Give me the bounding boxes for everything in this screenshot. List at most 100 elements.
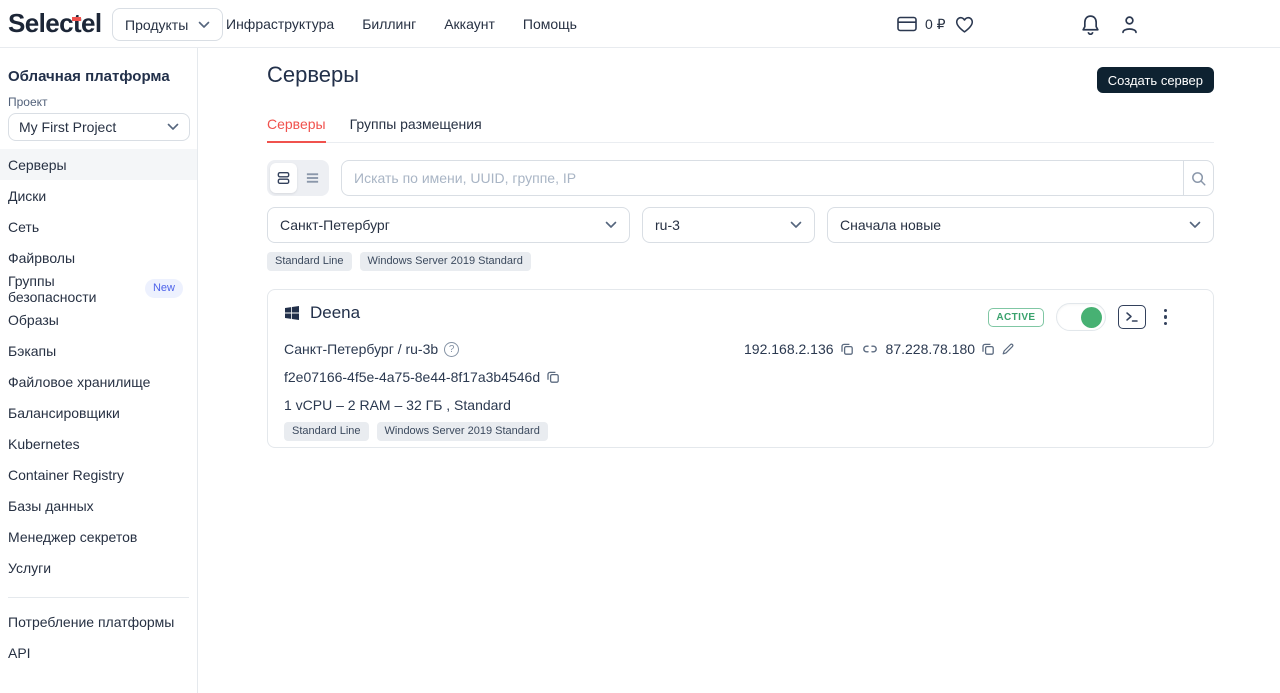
credit-card-icon [897,16,917,32]
sidebar-item-label: Сеть [8,219,39,235]
notifications-button[interactable] [1081,0,1100,48]
heart-icon [954,15,975,34]
edit-icon[interactable] [1001,342,1015,356]
sidebar-item-label: Потребление платформы [8,614,174,630]
link-icon [862,343,878,355]
sort-filter[interactable]: Сначала новые [827,207,1214,243]
search-button[interactable] [1183,161,1213,195]
sidebar-item-servers[interactable]: Серверы [0,149,197,180]
sidebar-item-file-storage[interactable]: Файловое хранилище [0,366,197,397]
server-controls: ACTIVE [988,303,1173,331]
project-label: Проект [8,95,197,109]
user-icon [1120,14,1139,35]
filter-chip[interactable]: Standard Line [267,252,352,271]
server-name-row: Deena [284,303,360,323]
status-badge: ACTIVE [988,308,1043,327]
page-title: Серверы [267,62,359,88]
page: Selectel Продукты Инфраструктура Биллинг… [0,0,1280,693]
sidebar-item-label: Файрволы [8,250,75,266]
account-button[interactable] [1120,0,1139,48]
sidebar-item-firewalls[interactable]: Файрволы [0,242,197,273]
products-menu-button[interactable]: Продукты [112,8,223,41]
sidebar-divider [8,597,189,598]
favorites-button[interactable] [954,0,975,48]
tabs: Серверы Группы размещения [267,116,1214,143]
sidebar-item-network[interactable]: Сеть [0,211,197,242]
sidebar-item-label: Образы [8,312,59,328]
pool-filter[interactable]: ru-3 [642,207,815,243]
project-select[interactable]: My First Project [8,113,190,141]
server-uuid: f2e07166-4f5e-4a75-8e44-8f17a3b4546d [284,369,540,385]
sidebar-item-disks[interactable]: Диски [0,180,197,211]
sort-filter-value: Сначала новые [840,217,941,233]
sidebar-item-security-groups[interactable]: Группы безопасности New [0,273,197,304]
sidebar-item-backups[interactable]: Бэкапы [0,335,197,366]
sidebar-item-images[interactable]: Образы [0,304,197,335]
server-tags: Standard Line Windows Server 2019 Standa… [284,422,548,441]
region-filter-value: Санкт-Петербург [280,217,390,233]
server-uuid-row: f2e07166-4f5e-4a75-8e44-8f17a3b4546d [284,369,560,385]
sidebar-item-label: Диски [8,188,46,204]
server-card: Deena ACTIVE Санкт-Петербург / ru-3b ? 1… [267,289,1214,448]
public-ip: 87.228.78.180 [886,341,976,357]
nav-link-billing[interactable]: Биллинг [362,16,416,32]
list-view-button[interactable] [299,163,326,193]
console-button[interactable] [1118,305,1146,329]
card-view-button[interactable] [270,163,297,193]
top-navbar: Selectel Продукты Инфраструктура Биллинг… [0,0,1280,48]
sidebar-item-label: Container Registry [8,467,124,483]
sidebar-item-services[interactable]: Услуги [0,552,197,583]
pool-filter-value: ru-3 [655,217,680,233]
region-filter[interactable]: Санкт-Петербург [267,207,630,243]
server-name[interactable]: Deena [310,303,360,323]
sidebar-item-secrets-manager[interactable]: Менеджер секретов [0,521,197,552]
server-tag: Windows Server 2019 Standard [377,422,548,441]
copy-icon[interactable] [546,370,560,384]
selectel-logo[interactable]: Selectel [8,8,102,39]
sidebar-item-platform-consumption[interactable]: Потребление платформы [0,606,197,637]
copy-icon[interactable] [981,342,995,356]
more-options-button[interactable] [1158,306,1174,329]
balance-amount: 0 ₽ [925,16,946,33]
sidebar-item-kubernetes[interactable]: Kubernetes [0,428,197,459]
sidebar-item-label: Балансировщики [8,405,120,421]
sidebar-item-api[interactable]: API [0,637,197,668]
tab-servers[interactable]: Серверы [267,116,326,143]
new-badge: New [145,279,183,298]
sidebar-item-container-registry[interactable]: Container Registry [0,459,197,490]
search-input[interactable] [342,170,1183,186]
server-ip-row: 192.168.2.136 87.228.78.180 [744,341,1015,357]
products-menu-label: Продукты [125,17,188,33]
card-view-icon [276,170,291,186]
nav-link-infrastructure[interactable]: Инфраструктура [226,16,334,32]
sidebar-item-label: Группы безопасности [8,273,145,305]
sidebar-item-load-balancers[interactable]: Балансировщики [0,397,197,428]
project-select-value: My First Project [19,119,116,135]
tab-placement-groups[interactable]: Группы размещения [350,116,482,142]
nav-link-account[interactable]: Аккаунт [444,16,495,32]
power-toggle[interactable] [1056,303,1106,331]
sidebar-item-label: API [8,645,31,661]
sidebar-item-label: Бэкапы [8,343,56,359]
sidebar-item-label: Менеджер секретов [8,529,137,545]
sidebar-item-label: Услуги [8,560,51,576]
copy-icon[interactable] [840,342,854,356]
sidebar-item-label: Базы данных [8,498,94,514]
sidebar-menu: Серверы Диски Сеть Файрволы Группы безоп… [0,149,197,583]
search-icon [1190,170,1207,187]
balance-widget[interactable]: 0 ₽ [897,0,946,48]
top-nav-links: Инфраструктура Биллинг Аккаунт Помощь [226,0,577,48]
nav-link-help[interactable]: Помощь [523,16,577,32]
create-server-button[interactable]: Создать сервер [1097,67,1214,93]
sidebar-item-label: Kubernetes [8,436,80,452]
help-icon[interactable]: ? [444,342,459,357]
server-location: Санкт-Петербург / ru-3b [284,341,438,357]
sidebar-item-databases[interactable]: Базы данных [0,490,197,521]
sidebar-item-label: Файловое хранилище [8,374,150,390]
filter-chip[interactable]: Windows Server 2019 Standard [360,252,531,271]
toggle-knob [1081,307,1102,328]
chevron-down-icon [167,123,179,131]
server-specs: 1 vCPU – 2 RAM – 32 ГБ , Standard [284,397,511,413]
chevron-down-icon [605,221,617,229]
sidebar-item-label: Серверы [8,157,67,173]
